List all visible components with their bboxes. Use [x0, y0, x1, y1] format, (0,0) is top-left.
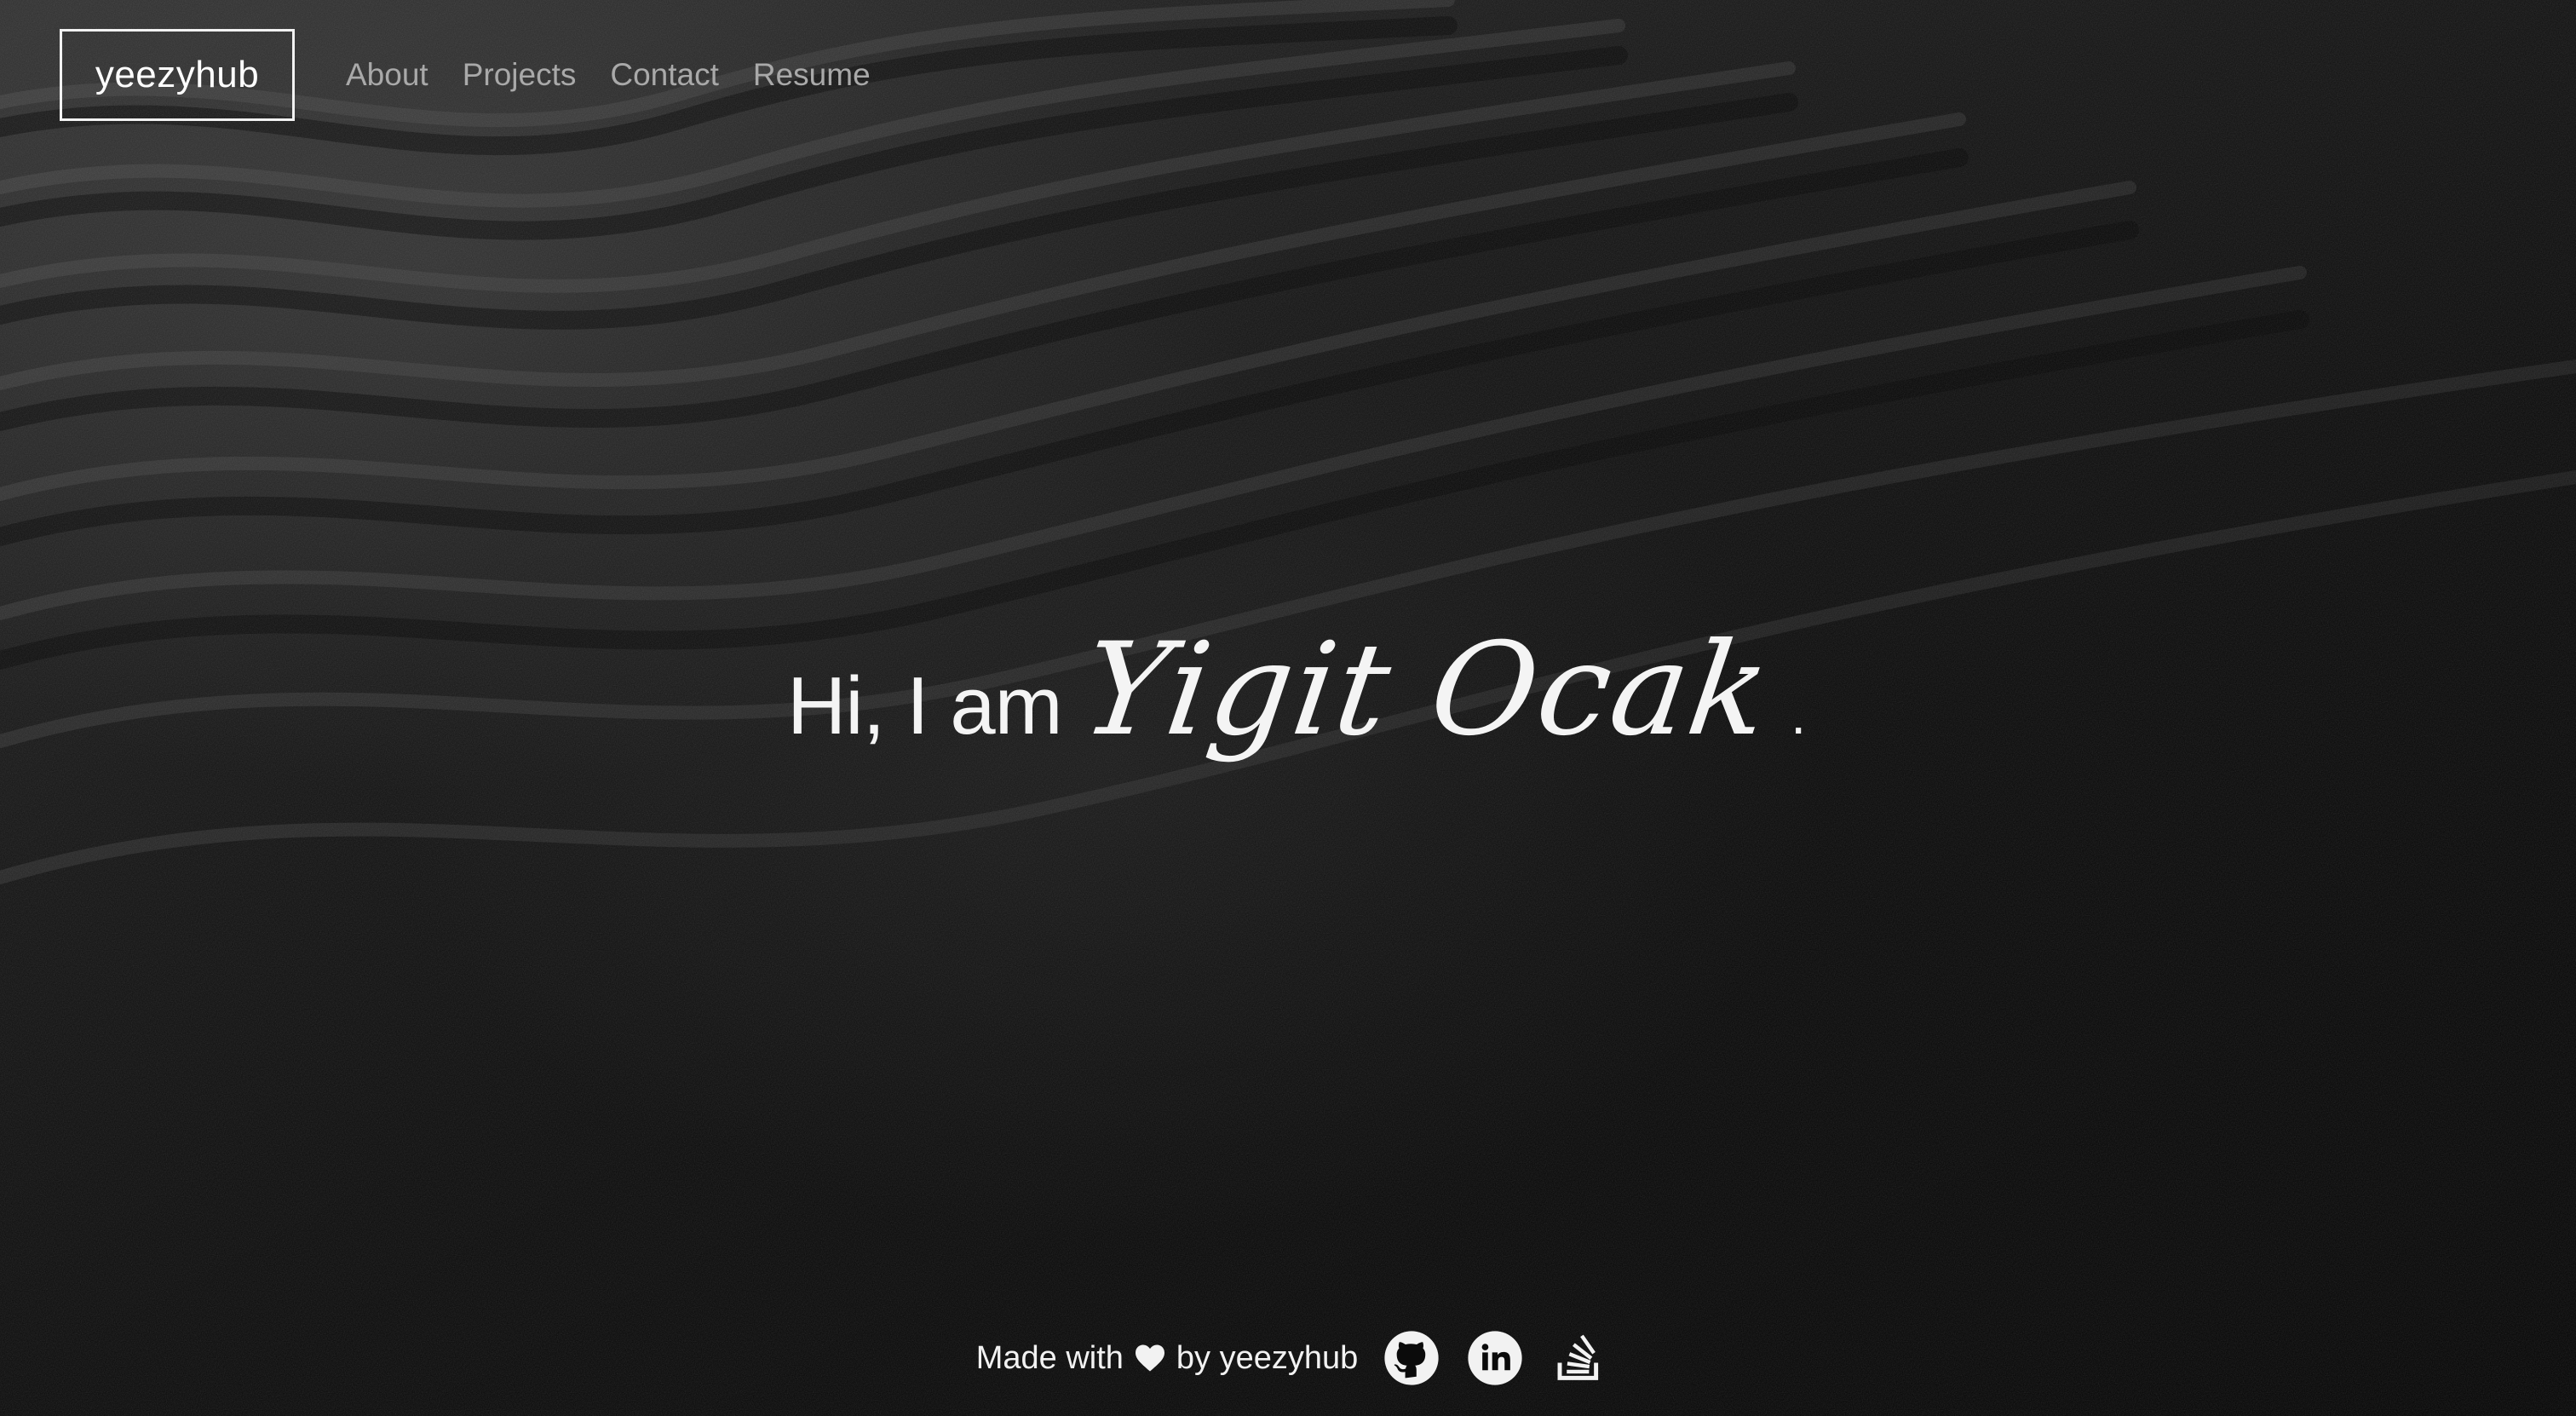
footer-credit: Made with by yeezyhub — [976, 1330, 1635, 1386]
stackoverflow-link[interactable] — [1550, 1330, 1607, 1386]
social-links — [1383, 1330, 1634, 1386]
hero-name: Yigit Ocak — [1073, 616, 1780, 764]
hero-heading: Hi, I am Yigit Ocak . — [787, 616, 1806, 764]
github-icon — [1384, 1331, 1439, 1385]
linkedin-link[interactable] — [1467, 1330, 1523, 1386]
hero-greeting: Hi, I am — [786, 660, 1063, 751]
stackoverflow-icon — [1557, 1334, 1599, 1380]
nav-link-resume[interactable]: Resume — [753, 57, 871, 93]
hero: Hi, I am Yigit Ocak . — [0, 596, 2576, 784]
hero-period: . — [1791, 684, 1807, 745]
heart-icon — [1135, 1344, 1164, 1372]
github-link[interactable] — [1383, 1330, 1440, 1386]
nav-link-contact[interactable]: Contact — [610, 57, 719, 93]
page: yeezyhub About Projects Contact Resume H… — [0, 0, 2576, 1416]
top-nav: yeezyhub About Projects Contact Resume — [60, 29, 905, 121]
brand-logo-link[interactable]: yeezyhub — [60, 29, 295, 121]
footer-by-author: by yeezyhub — [1176, 1339, 1359, 1376]
nav-links: About Projects Contact Resume — [346, 57, 905, 93]
footer-made-with: Made with — [975, 1339, 1124, 1376]
footer: Made with by yeezyhub — [0, 1326, 2576, 1390]
linkedin-icon — [1468, 1331, 1522, 1385]
nav-link-projects[interactable]: Projects — [463, 57, 577, 93]
nav-link-about[interactable]: About — [346, 57, 428, 93]
